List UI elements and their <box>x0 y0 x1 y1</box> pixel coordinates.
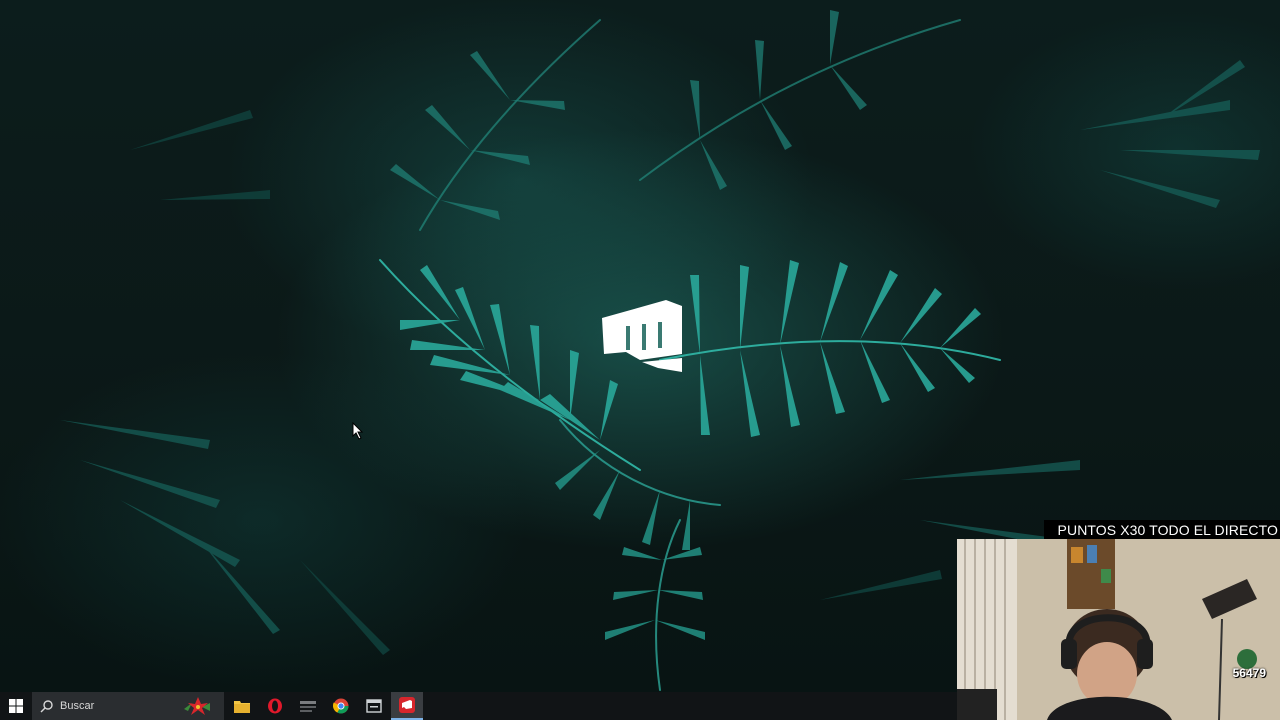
opera-browser-button[interactable] <box>259 692 291 720</box>
taskbar-search-box[interactable]: Buscar <box>32 692 224 720</box>
folder-icon <box>234 701 250 713</box>
window-icon <box>366 699 382 713</box>
poinsettia-search-highlight-icon[interactable] <box>180 695 216 717</box>
mouse-cursor-icon <box>352 422 364 440</box>
riot-games-logo-icon <box>602 300 682 372</box>
windows-taskbar: Buscar <box>0 692 957 720</box>
webcam-feed: 56479 <box>957 539 1280 720</box>
channel-points-counter: 56479 <box>1232 666 1266 680</box>
mail-app-button[interactable] <box>358 692 390 720</box>
stream-overlay-banner: PUNTOS X30 TODO EL DIRECTO <box>1044 520 1280 540</box>
webcam-scene-image <box>957 539 1280 720</box>
file-explorer-button[interactable] <box>226 692 258 720</box>
riot-client-button[interactable] <box>391 692 423 720</box>
search-placeholder: Buscar <box>60 700 95 712</box>
windows-logo-icon <box>9 699 23 713</box>
league-client-button[interactable] <box>292 692 324 720</box>
chrome-browser-button[interactable] <box>325 692 357 720</box>
riot-client-icon <box>399 697 415 713</box>
league-of-legends-icon <box>300 701 316 712</box>
opera-icon <box>268 698 282 714</box>
start-button[interactable] <box>0 692 32 720</box>
chrome-icon <box>333 698 349 714</box>
search-icon <box>40 700 53 713</box>
